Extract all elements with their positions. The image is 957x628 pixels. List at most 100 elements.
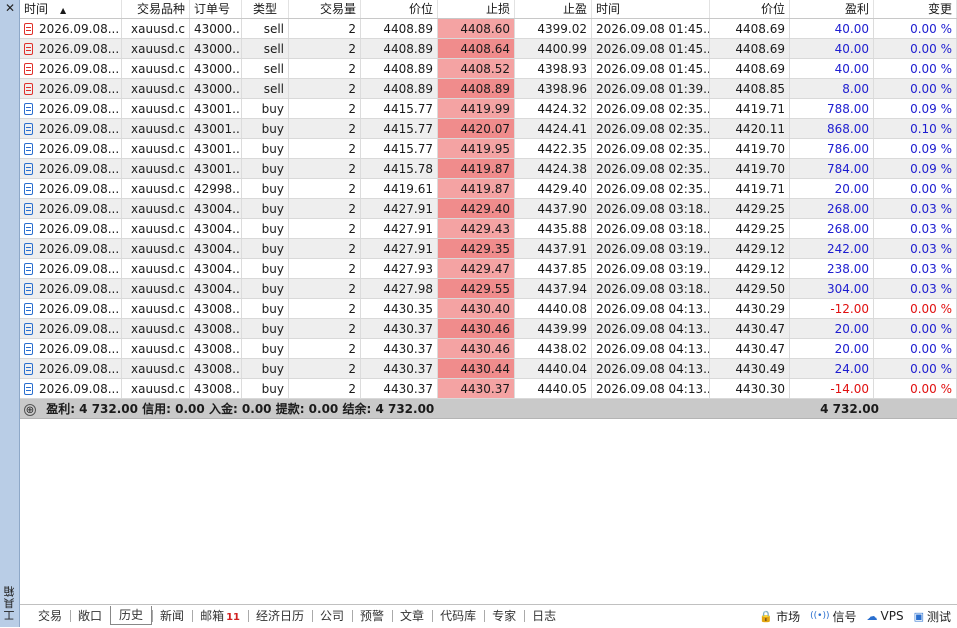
profit-cell: 40.00 (790, 19, 874, 38)
toolbox-side-panel: ✕ 工具箱 (0, 0, 20, 627)
stop-loss-cell: 4430.44 (438, 359, 515, 378)
table-row[interactable]: 2026.09.08... xauusd.c 43004... buy 2 4427.93… (20, 259, 957, 279)
type-cell: buy (242, 339, 289, 358)
tab-交易[interactable]: 交易 (30, 606, 70, 626)
volume-cell: 2 (289, 19, 361, 38)
table-row[interactable]: 2026.09.08... xauusd.c 43004... buy 2 4427.91… (20, 219, 957, 239)
status-测试[interactable]: ▣ 测试 (914, 608, 951, 625)
table-row[interactable]: 2026.09.08... xauusd.c 43000... sell 2 4408.8… (20, 19, 957, 39)
open-price-cell: 4408.89 (361, 59, 438, 78)
column-header[interactable]: 交易品种 (122, 0, 190, 18)
table-row[interactable]: 2026.09.08... xauusd.c 43008... buy 2 4430.37… (20, 359, 957, 379)
buy-order-icon (24, 322, 33, 335)
table-row[interactable]: 2026.09.08... xauusd.c 43008... buy 2 4430.35… (20, 299, 957, 319)
order-cell: 43001... (190, 119, 242, 138)
table-row[interactable]: 2026.09.08... xauusd.c 43001... buy 2 4415.77… (20, 99, 957, 119)
column-header[interactable]: 盈利 (790, 0, 874, 18)
column-header[interactable]: 时间 ▲ (20, 0, 122, 18)
volume-cell: 2 (289, 319, 361, 338)
open-price-cell: 4408.89 (361, 39, 438, 58)
table-row[interactable]: 2026.09.08... xauusd.c 43008... buy 2 4430.37… (20, 339, 957, 359)
open-price-cell: 4427.91 (361, 219, 438, 238)
close-time-cell: 2026.09.08 03:19... (592, 259, 710, 278)
volume-cell: 2 (289, 119, 361, 138)
table-header: 时间 ▲ 交易品种 订单号 类型 交易量 价位 止损 止盈 时间 价位 盈利 变更 (20, 0, 957, 19)
tab-label: 经济日历 (256, 609, 305, 623)
tab-文章[interactable]: 文章 (392, 606, 432, 626)
open-time-text: 2026.09.08... (39, 201, 120, 216)
close-price-cell: 4429.50 (710, 279, 790, 298)
profit-cell: 24.00 (790, 359, 874, 378)
tab-日志[interactable]: 日志 (524, 606, 564, 626)
table-row[interactable]: 2026.09.08... xauusd.c 43008... buy 2 4430.37… (20, 319, 957, 339)
open-time-cell: 2026.09.08... (20, 219, 122, 238)
change-cell: 0.00 % (874, 79, 957, 98)
column-header[interactable]: 订单号 (190, 0, 242, 18)
column-header[interactable]: 止盈 (515, 0, 592, 18)
open-time-cell: 2026.09.08... (20, 359, 122, 378)
tab-经济日历[interactable]: 经济日历 (248, 606, 312, 626)
symbol-cell: xauusd.c (122, 359, 190, 378)
table-row[interactable]: 2026.09.08... xauusd.c 43008... buy 2 4430.37… (20, 379, 957, 399)
table-row[interactable]: 2026.09.08... xauusd.c 43000... sell 2 4408.8… (20, 39, 957, 59)
table-row[interactable]: 2026.09.08... xauusd.c 43001... buy 2 4415.77… (20, 139, 957, 159)
tab-专家[interactable]: 专家 (484, 606, 524, 626)
open-time-text: 2026.09.08... (39, 81, 120, 96)
table-row[interactable]: 2026.09.08... xauusd.c 42998... buy 2 4419.61… (20, 179, 957, 199)
table-row[interactable]: 2026.09.08... xauusd.c 43000... sell 2 4408.8… (20, 59, 957, 79)
column-header[interactable]: 时间 (592, 0, 710, 18)
type-cell: buy (242, 259, 289, 278)
column-header[interactable]: 交易量 (289, 0, 361, 18)
change-cell: 0.10 % (874, 119, 957, 138)
close-price-cell: 4419.71 (710, 179, 790, 198)
symbol-cell: xauusd.c (122, 39, 190, 58)
tab-新闻[interactable]: 新闻 (152, 606, 192, 626)
order-cell: 42998... (190, 179, 242, 198)
symbol-cell: xauusd.c (122, 139, 190, 158)
table-row[interactable]: 2026.09.08... xauusd.c 43004... buy 2 4427.98… (20, 279, 957, 299)
change-cell: 0.00 % (874, 39, 957, 58)
close-time-cell: 2026.09.08 02:35... (592, 119, 710, 138)
close-price-cell: 4419.70 (710, 159, 790, 178)
tab-预警[interactable]: 预警 (352, 606, 392, 626)
order-cell: 43000... (190, 79, 242, 98)
order-cell: 43008... (190, 359, 242, 378)
tab-label: 新闻 (160, 609, 185, 623)
tab-公司[interactable]: 公司 (312, 606, 352, 626)
stop-loss-cell: 4429.43 (438, 219, 515, 238)
type-cell: sell (242, 59, 289, 78)
close-icon[interactable]: ✕ (3, 1, 17, 15)
take-profit-cell: 4422.35 (515, 139, 592, 158)
column-header[interactable]: 价位 (361, 0, 438, 18)
summary-row[interactable]: ⊕ 盈利: 4 732.00 信用: 0.00 入金: 0.00 提款: 0.0… (20, 399, 957, 419)
expand-icon[interactable]: ⊕ (24, 404, 36, 416)
table-row[interactable]: 2026.09.08... xauusd.c 43004... buy 2 4427.91… (20, 239, 957, 259)
take-profit-cell: 4437.91 (515, 239, 592, 258)
profit-cell: 868.00 (790, 119, 874, 138)
tab-代码库[interactable]: 代码库 (432, 606, 484, 626)
table-row[interactable]: 2026.09.08... xauusd.c 43004... buy 2 4427.91… (20, 199, 957, 219)
open-time-text: 2026.09.08... (39, 381, 120, 396)
change-cell: 0.03 % (874, 259, 957, 278)
order-cell: 43008... (190, 299, 242, 318)
column-header[interactable]: 类型 (242, 0, 289, 18)
sell-order-icon (24, 22, 33, 35)
column-header[interactable]: 止损 (438, 0, 515, 18)
stop-loss-cell: 4429.35 (438, 239, 515, 258)
status-信号[interactable]: ((•)) 信号 (810, 608, 856, 625)
table-row[interactable]: 2026.09.08... xauusd.c 43001... buy 2 4415.78… (20, 159, 957, 179)
volume-cell: 2 (289, 199, 361, 218)
table-row[interactable]: 2026.09.08... xauusd.c 43000... sell 2 4408.8… (20, 79, 957, 99)
open-time-text: 2026.09.08... (39, 281, 120, 296)
column-header[interactable]: 变更 (874, 0, 957, 18)
tab-敞口[interactable]: 敞口 (70, 606, 110, 626)
tab-邮箱[interactable]: 邮箱 11 (192, 606, 248, 626)
tab-历史[interactable]: 历史 (110, 605, 153, 625)
status-市场[interactable]: 🔒 市场 (759, 608, 800, 625)
column-header[interactable]: 价位 (710, 0, 790, 18)
change-cell: 0.03 % (874, 279, 957, 298)
status-VPS[interactable]: ☁ VPS (867, 609, 904, 623)
table-row[interactable]: 2026.09.08... xauusd.c 43001... buy 2 4415.77… (20, 119, 957, 139)
change-cell: 0.03 % (874, 219, 957, 238)
profit-cell: 40.00 (790, 39, 874, 58)
